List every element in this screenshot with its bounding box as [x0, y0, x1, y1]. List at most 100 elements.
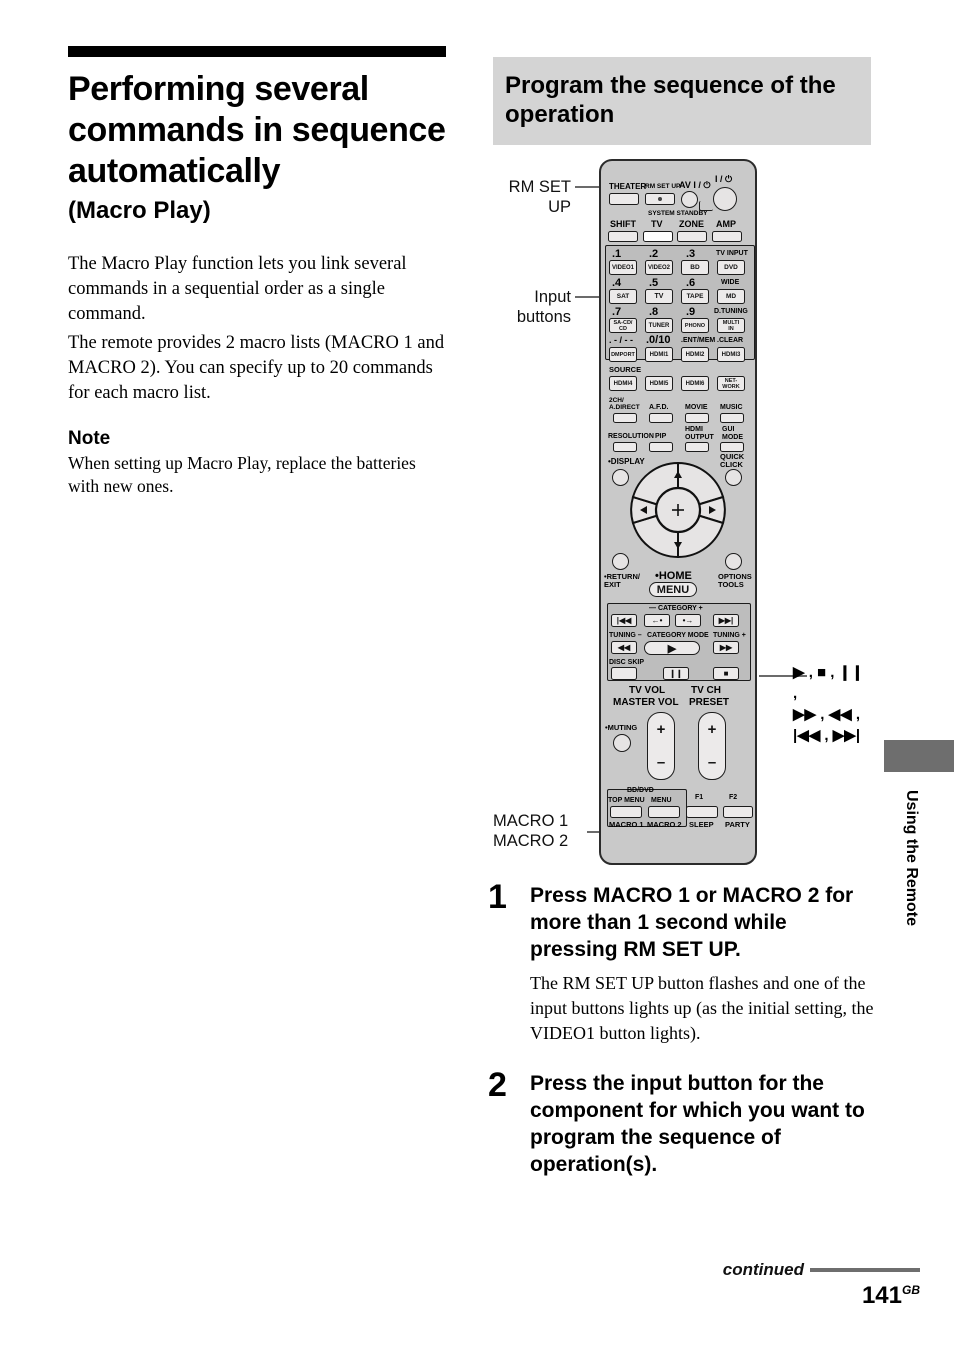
- category-right-button[interactable]: •→: [675, 614, 701, 627]
- zone-button[interactable]: [677, 231, 707, 242]
- music-button[interactable]: [720, 413, 744, 423]
- multi-in-button[interactable]: MULTI IN: [717, 318, 745, 333]
- shift-button[interactable]: [608, 231, 638, 242]
- amp-button[interactable]: [712, 231, 742, 242]
- sat-button[interactable]: SAT: [609, 289, 637, 304]
- tuning-minus-label: TUNING –: [609, 632, 642, 639]
- md-button[interactable]: MD: [717, 289, 745, 304]
- left-column: Performing several commands in sequence …: [68, 46, 448, 498]
- theater-label: THEATER: [609, 182, 647, 191]
- number-7-label: .7: [612, 306, 622, 318]
- av-power-label: AV I / ⏻: [679, 180, 711, 190]
- muting-button[interactable]: [613, 734, 631, 752]
- note-text: When setting up Macro Play, replace the …: [68, 453, 416, 496]
- callout-rm-set-up: RM SET UP: [508, 178, 571, 216]
- return-exit-button[interactable]: [612, 553, 629, 570]
- preset-rocker[interactable]: + –: [698, 712, 726, 780]
- hdmi6-button[interactable]: HDMI6: [681, 376, 709, 391]
- bd-button[interactable]: BD: [681, 260, 709, 275]
- hdmi1-button[interactable]: HDMI1: [645, 347, 673, 362]
- section-title: Program the sequence of the operation: [505, 72, 836, 128]
- macro2-button[interactable]: [648, 806, 680, 818]
- 2ch-adirect-button[interactable]: [613, 413, 637, 423]
- step-1-number: 1: [488, 878, 507, 916]
- dvd-button[interactable]: DVD: [717, 260, 745, 275]
- hdmi4-button[interactable]: HDMI4: [609, 376, 637, 391]
- number-3-label: .3: [686, 248, 696, 260]
- step-1-text: The RM SET UP button flashes and one of …: [530, 973, 874, 1043]
- system-standby-label: SYSTEM STANDBY: [648, 210, 708, 217]
- tv-vol-label: TV VOL: [629, 685, 666, 696]
- category-mode-label: CATEGORY MODE: [647, 632, 709, 639]
- master-volume-rocker[interactable]: + –: [647, 712, 675, 780]
- movie-button[interactable]: [685, 413, 709, 423]
- tape-button[interactable]: TAPE: [681, 289, 709, 304]
- prev-track-button[interactable]: |◀◀: [611, 614, 637, 627]
- pause-button[interactable]: ❙❙: [663, 667, 689, 680]
- d-tuning-label: D.TUNING: [714, 308, 748, 315]
- stop-button[interactable]: ■: [713, 667, 739, 680]
- rm-set-up-button[interactable]: [645, 193, 675, 205]
- navigation-dpad[interactable]: [627, 459, 729, 561]
- category-left-button[interactable]: ←•: [644, 614, 670, 627]
- sacd-cd-button[interactable]: SA-CD/ CD: [609, 318, 637, 333]
- macro2-bottom-label: MACRO 2: [647, 820, 682, 829]
- macro1-bottom-label: MACRO 1: [609, 820, 644, 829]
- preset-label: PRESET: [689, 697, 730, 708]
- hdmi5-button[interactable]: HDMI5: [645, 376, 673, 391]
- options-tools-label: OPTIONS TOOLS: [718, 572, 752, 589]
- tv-mode-button[interactable]: [643, 231, 673, 242]
- video1-button[interactable]: VIDEO1: [609, 260, 637, 275]
- party-button[interactable]: [723, 806, 753, 818]
- f1-label: F1: [695, 794, 704, 801]
- preset-down-label: –: [707, 754, 717, 771]
- options-tools-button[interactable]: [725, 553, 742, 570]
- hdmi-output-label: HDMI OUTPUT: [685, 426, 714, 441]
- tv-input-button[interactable]: TV: [645, 289, 673, 304]
- tv-input-label: TV INPUT: [716, 250, 748, 257]
- hdmi3-button[interactable]: HDMI3: [717, 347, 745, 362]
- afd-button[interactable]: [649, 413, 673, 423]
- side-tab-label: Using the Remote: [903, 790, 920, 927]
- av-power-button[interactable]: [681, 191, 698, 208]
- music-label: MUSIC: [720, 404, 743, 411]
- disc-skip-button[interactable]: [611, 667, 637, 680]
- pip-button[interactable]: [649, 442, 673, 452]
- resolution-button[interactable]: [613, 442, 637, 452]
- zone-label: ZONE: [679, 219, 705, 229]
- intro-paragraph-1: The Macro Play function lets you link se…: [68, 254, 407, 324]
- clear-label: .CLEAR: [717, 337, 744, 344]
- number-4-label: .4: [612, 277, 622, 289]
- right-column: Program the sequence of the operation RM…: [493, 57, 871, 879]
- play-button[interactable]: ▶: [644, 641, 700, 655]
- f2-label: F2: [729, 794, 738, 801]
- rm-set-up-led-dot: [658, 197, 662, 201]
- continued-label: continued: [722, 1260, 804, 1279]
- theater-button[interactable]: [609, 193, 639, 205]
- hdmi-output-button[interactable]: [685, 442, 709, 452]
- 2ch-adirect-label: 2CH/ A.DIRECT: [609, 397, 640, 411]
- macro1-button[interactable]: [610, 806, 642, 818]
- fast-forward-button[interactable]: ▶▶: [713, 641, 739, 654]
- tuning-plus-label: TUNING +: [713, 632, 746, 639]
- volume-down-label: –: [656, 754, 666, 771]
- rewind-button[interactable]: ◀◀: [611, 641, 637, 654]
- step-2: 2 Press the input button for the compone…: [488, 1068, 878, 1178]
- party-bottom-label: PARTY: [725, 820, 750, 829]
- pip-label: PIP: [655, 433, 667, 440]
- tv-mode-label: TV: [651, 219, 663, 229]
- hdmi2-button[interactable]: HDMI2: [681, 347, 709, 362]
- gui-mode-button[interactable]: [720, 442, 744, 452]
- network-button[interactable]: NET- WORK: [717, 376, 745, 391]
- video2-button[interactable]: VIDEO2: [645, 260, 673, 275]
- gui-mode-label: GUI MODE: [722, 426, 743, 441]
- menu-button[interactable]: MENU: [649, 582, 697, 597]
- tuner-button[interactable]: TUNER: [645, 318, 673, 333]
- main-power-button[interactable]: [713, 187, 737, 211]
- sleep-button[interactable]: [686, 806, 718, 818]
- step-2-number: 2: [488, 1066, 507, 1104]
- next-track-button[interactable]: ▶▶|: [713, 614, 739, 627]
- phono-button[interactable]: PHONO: [681, 318, 709, 333]
- disc-skip-label: DISC SKIP: [609, 659, 645, 666]
- dmport-button[interactable]: DMPORT: [609, 347, 637, 362]
